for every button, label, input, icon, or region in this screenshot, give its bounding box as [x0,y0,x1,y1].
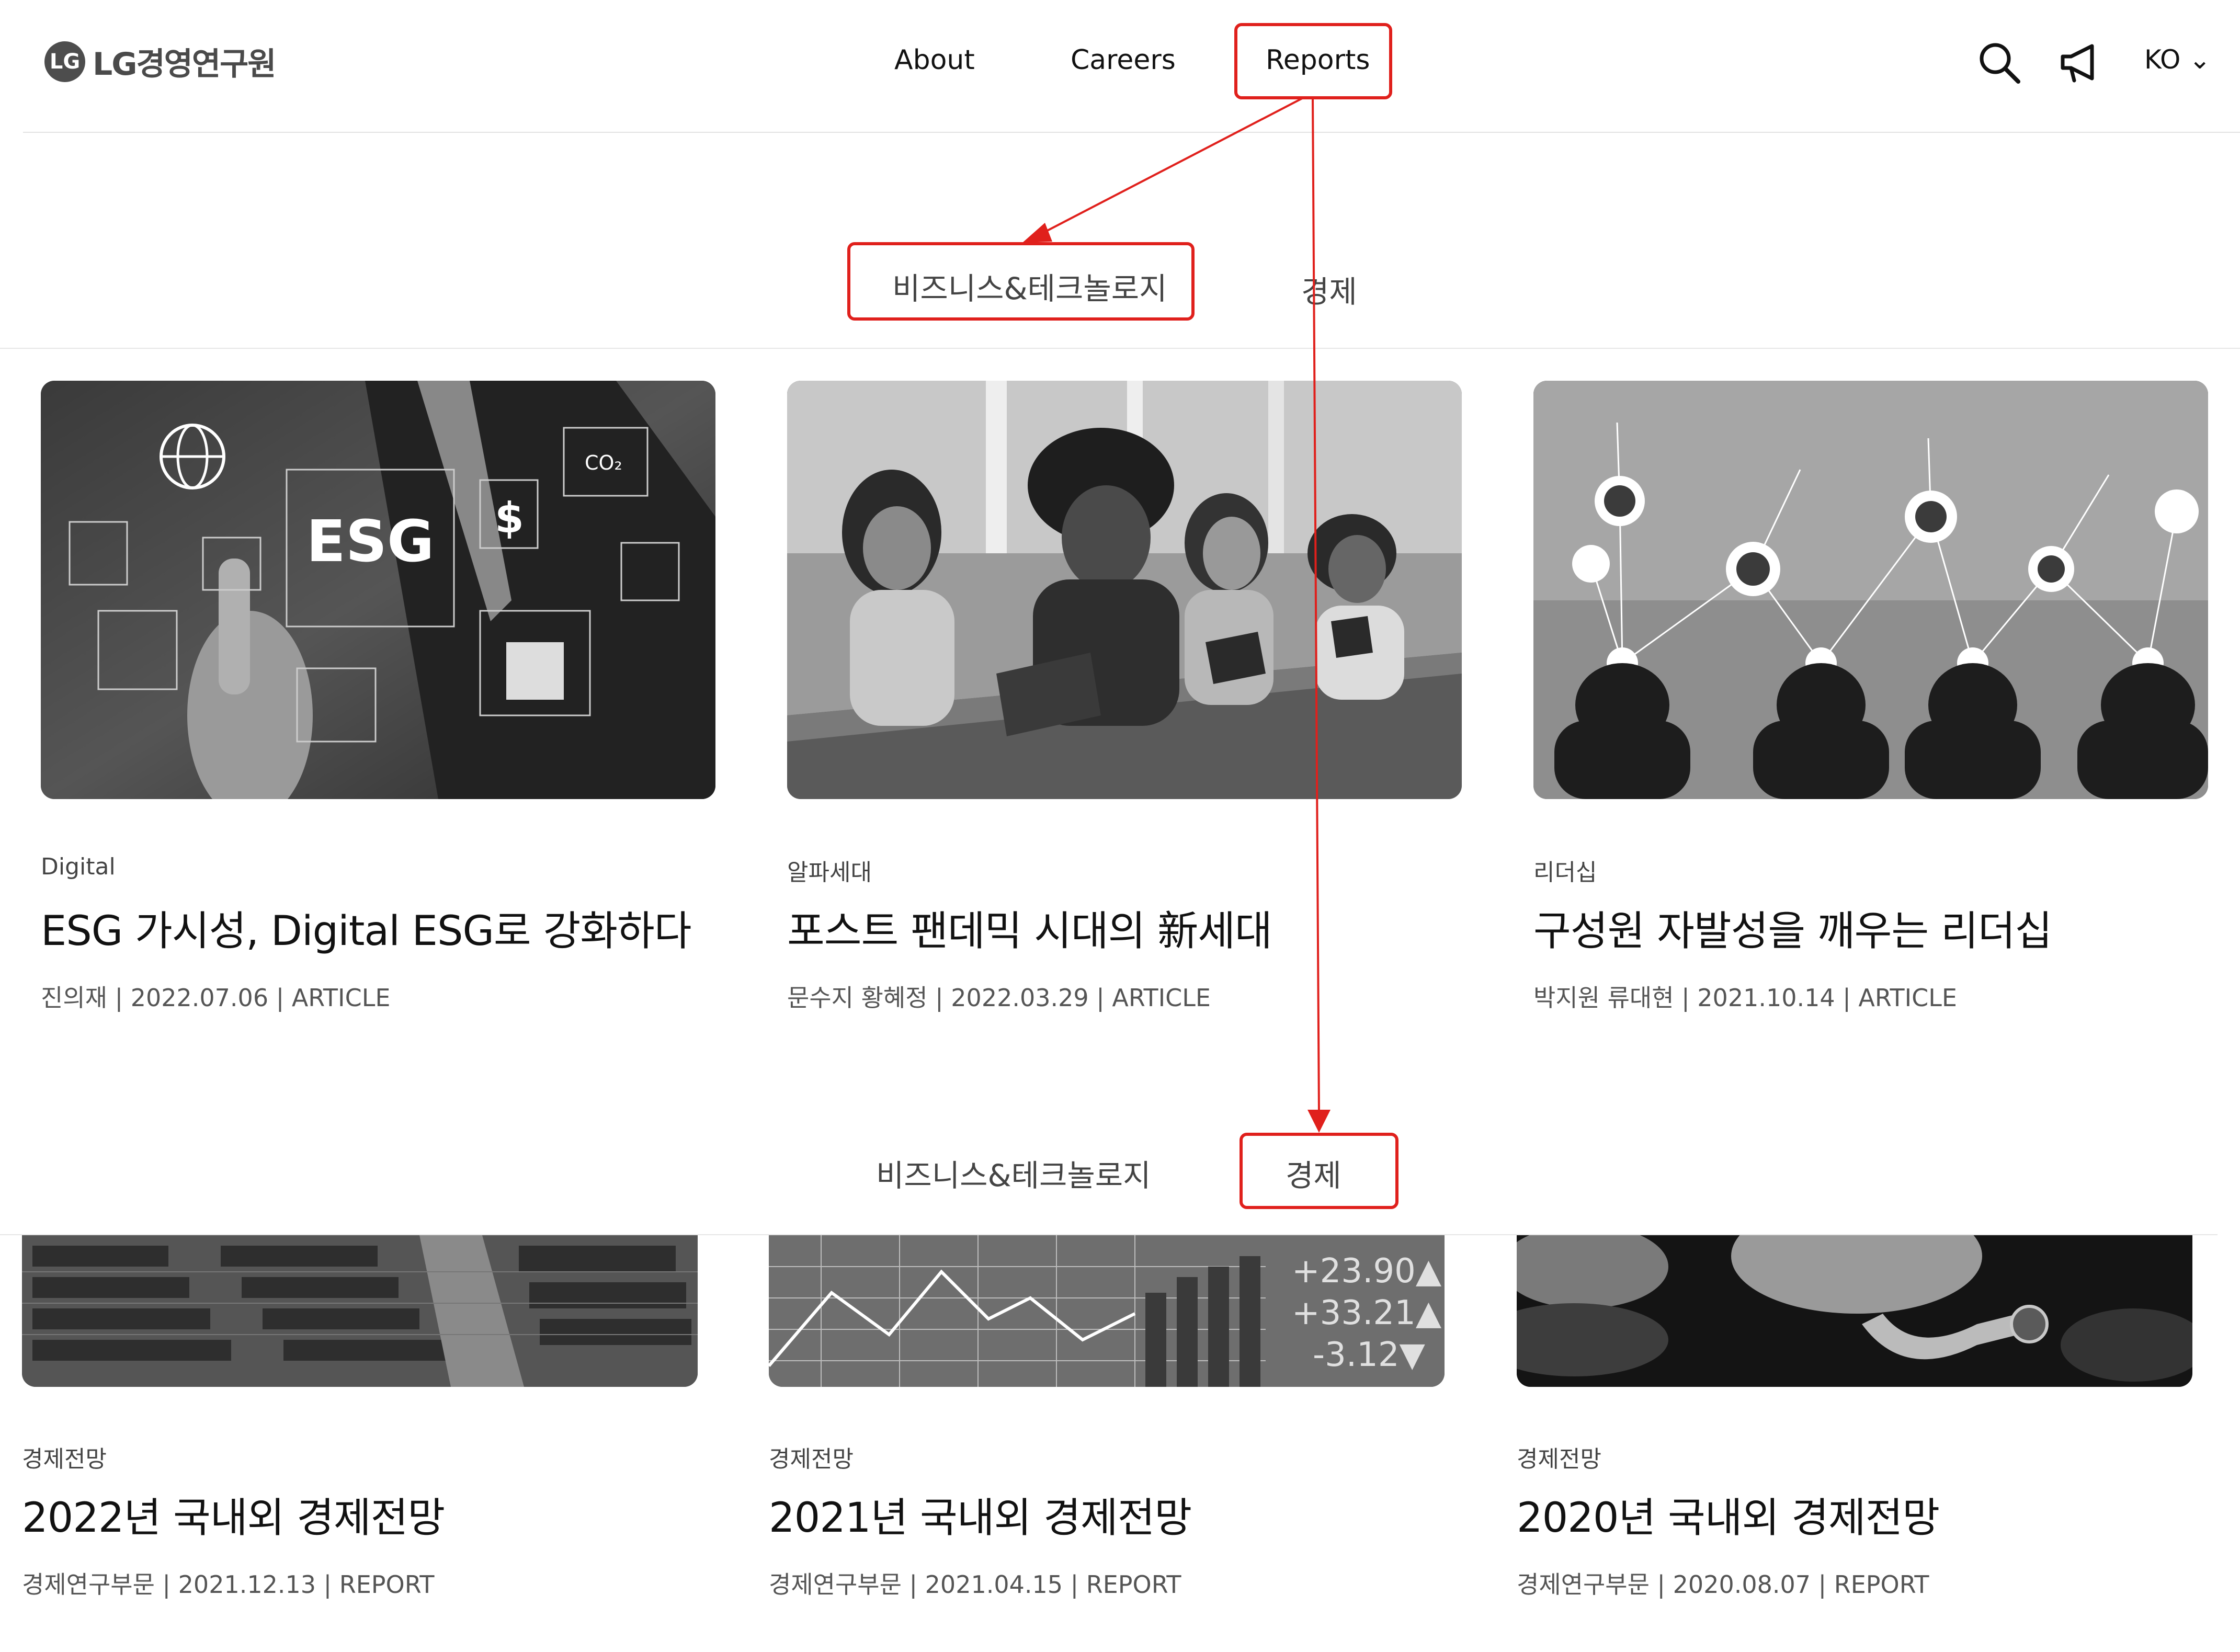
annotation-arrows [1022,97,1331,1133]
